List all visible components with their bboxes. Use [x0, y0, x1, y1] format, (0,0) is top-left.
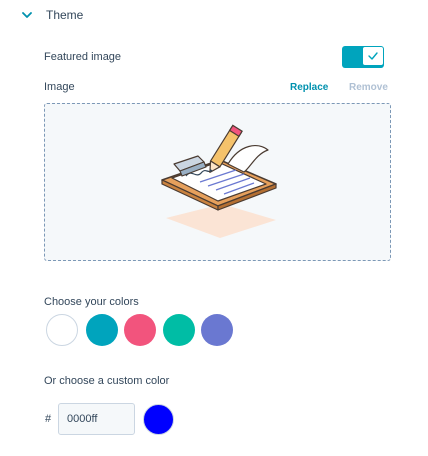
check-icon [363, 47, 383, 65]
hex-color-input[interactable] [58, 403, 135, 435]
hash-symbol: # [45, 413, 52, 425]
clipboard-pencil-illustration [161, 124, 277, 238]
color-swatch-purple[interactable] [201, 314, 233, 346]
image-dropzone[interactable] [44, 103, 391, 261]
color-swatch-teal[interactable] [86, 314, 118, 346]
featured-image-toggle[interactable] [342, 46, 384, 68]
section-title: Theme [46, 8, 84, 22]
custom-color-label: Or choose a custom color [44, 375, 170, 387]
choose-colors-label: Choose your colors [44, 296, 139, 308]
replace-link[interactable]: Replace [290, 82, 328, 93]
color-swatch-white[interactable] [46, 314, 78, 346]
section-header-theme[interactable]: Theme [22, 8, 83, 22]
remove-link[interactable]: Remove [349, 82, 388, 93]
chevron-down-icon [22, 10, 32, 20]
featured-image-label: Featured image [44, 51, 122, 63]
custom-color-preview[interactable] [143, 404, 174, 435]
color-swatch-green[interactable] [163, 314, 195, 346]
color-swatch-pink[interactable] [124, 314, 156, 346]
image-label: Image [44, 81, 75, 93]
